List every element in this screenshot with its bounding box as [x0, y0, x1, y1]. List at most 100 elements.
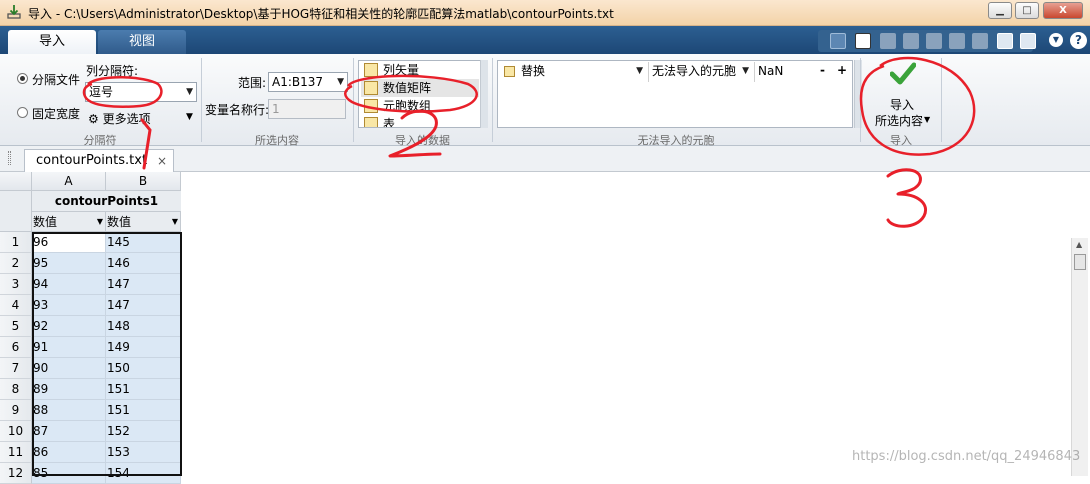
- table-cell[interactable]: 91: [32, 337, 106, 358]
- tab-view[interactable]: 视图: [98, 30, 186, 54]
- tab-import[interactable]: 导入: [8, 30, 96, 54]
- more-options-chevron-icon[interactable]: ▼: [186, 112, 193, 122]
- table-cell[interactable]: 90: [32, 358, 106, 379]
- table-cell[interactable]: 151: [106, 400, 181, 421]
- table-cell[interactable]: 152: [106, 421, 181, 442]
- row-number[interactable]: 8: [0, 379, 32, 400]
- dock-icon[interactable]: [1020, 33, 1036, 49]
- table-cell[interactable]: 88: [32, 400, 106, 421]
- output-type-list[interactable]: 列矢量 数值矩阵 元胞数组 表: [358, 60, 488, 128]
- rule-condition-value: 无法导入的元胞: [652, 64, 737, 78]
- row-number[interactable]: 3: [0, 274, 32, 295]
- range-select[interactable]: A1:B137 ▼: [268, 72, 348, 92]
- table-cell[interactable]: 92: [32, 316, 106, 337]
- copy-icon[interactable]: [903, 33, 919, 49]
- table-cell[interactable]: 151: [106, 379, 181, 400]
- column-vector-icon: [364, 63, 378, 77]
- help-icon[interactable]: ?: [1070, 32, 1087, 49]
- delimited-radio[interactable]: [17, 73, 28, 84]
- scroll-thumb[interactable]: [1074, 254, 1086, 270]
- row-number[interactable]: 10: [0, 421, 32, 442]
- column-delimiter-select[interactable]: 逗号 ▼: [85, 82, 197, 102]
- table-cell[interactable]: 93: [32, 295, 106, 316]
- window-switch-icon[interactable]: [997, 33, 1013, 49]
- row-number[interactable]: 7: [0, 358, 32, 379]
- close-tab-icon[interactable]: ×: [157, 150, 167, 172]
- unimportable-group-label: 无法导入的元胞: [637, 134, 715, 147]
- table-cell[interactable]: 147: [106, 274, 181, 295]
- scroll-up-icon[interactable]: ▲: [1076, 240, 1082, 249]
- chevron-down-icon: ▼: [924, 115, 931, 124]
- table-cell[interactable]: 86: [32, 442, 106, 463]
- column-type-select[interactable]: 数值 ▼: [106, 212, 181, 232]
- row-number[interactable]: 5: [0, 316, 32, 337]
- add-rule-button[interactable]: +: [837, 63, 847, 77]
- redo-icon[interactable]: [972, 33, 988, 49]
- layout-icon[interactable]: [830, 33, 846, 49]
- remove-rule-button[interactable]: -: [820, 63, 825, 77]
- table-cell[interactable]: 153: [106, 442, 181, 463]
- rule-condition-select[interactable]: 无法导入的元胞 ▼: [648, 62, 752, 82]
- chevron-down-icon: ▼: [96, 217, 103, 226]
- table-cell[interactable]: 154: [106, 463, 181, 484]
- table-cell[interactable]: 148: [106, 316, 181, 337]
- table-cell[interactable]: 147: [106, 295, 181, 316]
- rule-action-select[interactable]: 替换 ▼: [518, 62, 646, 82]
- list-item[interactable]: 表: [361, 115, 479, 127]
- table-cell[interactable]: 87: [32, 421, 106, 442]
- rule-value-text: NaN: [758, 64, 784, 78]
- more-options-button[interactable]: ⚙ 更多选项: [88, 110, 151, 127]
- fixed-width-label: 固定宽度: [32, 107, 81, 121]
- collapse-ribbon-icon[interactable]: ▼: [1049, 33, 1063, 47]
- column-header-a[interactable]: A: [32, 172, 106, 191]
- grid-corner[interactable]: [0, 172, 32, 191]
- varname-row-stepper[interactable]: 1: [268, 99, 346, 119]
- table-cell[interactable]: 95: [32, 253, 106, 274]
- checkmark-icon: [890, 62, 916, 85]
- paste-icon[interactable]: [926, 33, 942, 49]
- column-type-label: 数值: [33, 215, 58, 229]
- save-icon[interactable]: [855, 33, 871, 49]
- column-header-b[interactable]: B: [106, 172, 181, 191]
- table-cell[interactable]: 85: [32, 463, 106, 484]
- chevron-down-icon: ▼: [186, 87, 193, 97]
- ribbon-tab-bar: 导入 视图 ▼ ?: [0, 26, 1090, 54]
- variable-name-field[interactable]: contourPoints1: [32, 191, 181, 212]
- undo-icon[interactable]: [949, 33, 965, 49]
- column-type-select[interactable]: 数值 ▼: [32, 212, 106, 232]
- list-item-label: 数值矩阵: [383, 81, 432, 95]
- table-cell[interactable]: 96: [32, 232, 106, 253]
- fixed-width-radio[interactable]: [17, 107, 28, 118]
- gear-icon: ⚙: [88, 112, 99, 126]
- output-group-label: 导入的数据: [395, 134, 450, 147]
- output-list-scrollbar[interactable]: [480, 60, 488, 128]
- grip-icon[interactable]: [8, 151, 11, 165]
- list-item[interactable]: 列矢量: [361, 61, 479, 79]
- table-cell[interactable]: 149: [106, 337, 181, 358]
- table-cell[interactable]: 145: [106, 232, 181, 253]
- cut-icon[interactable]: [880, 33, 896, 49]
- row-number[interactable]: 9: [0, 400, 32, 421]
- maximize-button[interactable]: □: [1015, 2, 1039, 19]
- tab-file-contourpoints[interactable]: contourPoints.txt ×: [24, 149, 174, 172]
- table-cell[interactable]: 150: [106, 358, 181, 379]
- list-item[interactable]: 数值矩阵: [361, 79, 479, 97]
- file-tab-label: contourPoints.txt: [36, 153, 148, 168]
- close-button[interactable]: X: [1043, 2, 1083, 19]
- row-number[interactable]: 11: [0, 442, 32, 463]
- list-item[interactable]: 元胞数组: [361, 97, 479, 115]
- minimize-button[interactable]: ▁: [988, 2, 1012, 19]
- row-number[interactable]: 4: [0, 295, 32, 316]
- import-selection-button[interactable]: 导入 所选内容 ▼: [864, 58, 940, 130]
- table-cell[interactable]: 94: [32, 274, 106, 295]
- table-cell[interactable]: 89: [32, 379, 106, 400]
- table-icon: [364, 117, 378, 127]
- row-number[interactable]: 1: [0, 232, 32, 253]
- rule-value-field[interactable]: NaN: [754, 62, 812, 82]
- table-cell[interactable]: 146: [106, 253, 181, 274]
- grid-vertical-scrollbar[interactable]: ▲: [1071, 238, 1088, 476]
- row-number[interactable]: 2: [0, 253, 32, 274]
- varname-row-label: 变量名称行:: [205, 103, 270, 117]
- row-number[interactable]: 6: [0, 337, 32, 358]
- row-number[interactable]: 12: [0, 463, 32, 484]
